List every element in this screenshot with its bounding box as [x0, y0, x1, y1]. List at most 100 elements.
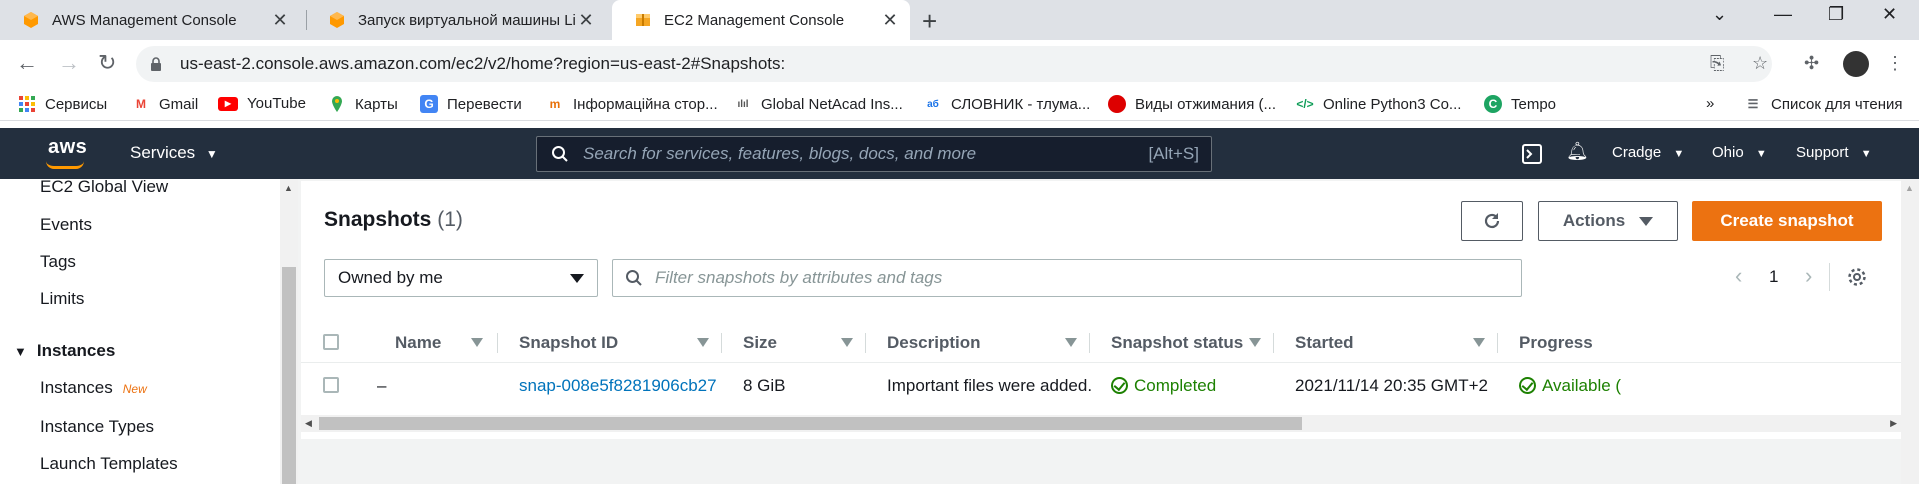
column-divider[interactable] [865, 333, 866, 353]
sidebar-item-tags[interactable]: Tags [40, 252, 76, 272]
bookmark-star-icon[interactable]: ☆ [1752, 53, 1768, 74]
actions-button[interactable]: Actions [1538, 201, 1678, 241]
pager-divider [1829, 263, 1830, 291]
minimize-icon[interactable]: — [1774, 4, 1792, 25]
create-snapshot-button[interactable]: Create snapshot [1692, 201, 1882, 241]
support-label: Support [1796, 144, 1849, 161]
bookmark-services[interactable]: Сервисы [18, 95, 107, 113]
translate-page-icon[interactable]: ⎘ [1710, 53, 1724, 74]
tab-search-chevron-icon[interactable]: ⌄ [1712, 4, 1727, 25]
scroll-up-icon[interactable]: ▲ [284, 183, 293, 193]
sort-caret-icon[interactable] [1065, 338, 1077, 347]
scrollbar-thumb[interactable] [282, 267, 296, 484]
sidebar-item-launch-templates[interactable]: Launch Templates [40, 454, 178, 474]
page-vertical-scrollbar[interactable]: ▲ [1901, 179, 1919, 484]
sidebar-item-instances[interactable]: Instances New [40, 378, 147, 398]
region-menu[interactable]: Ohio ▼ [1712, 144, 1767, 161]
column-divider[interactable] [1273, 333, 1274, 353]
account-menu[interactable]: Cradge ▼ [1612, 144, 1684, 161]
bookmark-dictionary[interactable]: аб СЛОВНИК - тлума... [924, 95, 1090, 113]
extensions-puzzle-icon[interactable]: ✣ [1804, 53, 1819, 74]
column-header-progress[interactable]: Progress [1519, 333, 1593, 353]
sidebar-item-limits[interactable]: Limits [40, 289, 84, 309]
window-close-icon[interactable]: ✕ [1882, 4, 1897, 25]
bookmark-python[interactable]: </> Online Python3 Co... [1296, 95, 1461, 113]
sort-caret-icon[interactable] [697, 338, 709, 347]
settings-gear-icon[interactable] [1847, 267, 1867, 287]
column-divider[interactable] [721, 333, 722, 353]
caret-down-icon: ▼ [1860, 148, 1872, 160]
bookmark-translate[interactable]: G Перевести [420, 95, 522, 113]
column-header-name[interactable]: Name [395, 333, 441, 353]
support-menu[interactable]: Support ▼ [1796, 144, 1872, 161]
table-row[interactable]: – snap-008e5f8281906cb27 8 GiB Important… [301, 364, 1901, 406]
refresh-button[interactable] [1461, 201, 1523, 241]
sort-caret-icon[interactable] [1473, 338, 1485, 347]
column-header-snapshot-id[interactable]: Snapshot ID [519, 333, 618, 353]
prev-page-icon[interactable]: ‹ [1735, 263, 1742, 289]
bookmark-exercises[interactable]: Виды отжимания (... [1108, 95, 1276, 113]
filter-snapshots-input[interactable]: Filter snapshots by attributes and tags [612, 259, 1522, 297]
bookmark-gmail[interactable]: M Gmail [132, 95, 198, 113]
bookmark-maps[interactable]: Карты [328, 95, 398, 113]
more-bookmarks-button[interactable]: » [1706, 95, 1714, 112]
column-header-started[interactable]: Started [1295, 333, 1354, 353]
page-number[interactable]: 1 [1769, 267, 1778, 287]
bookmark-netacad[interactable]: ılıl Global NetAcad Ins... [734, 95, 902, 113]
select-all-checkbox[interactable] [323, 334, 339, 350]
forward-arrow-icon[interactable]: → [58, 50, 80, 76]
close-icon[interactable]: ✕ [578, 10, 594, 31]
bookmark-info-page[interactable]: m Інформаційна стор... [546, 95, 718, 113]
column-divider[interactable] [1497, 333, 1498, 353]
address-bar[interactable]: us-east-2.console.aws.amazon.com/ec2/v2/… [136, 46, 1772, 82]
sort-caret-icon[interactable] [471, 338, 483, 347]
scroll-up-icon[interactable]: ▲ [1905, 183, 1914, 193]
browser-tab-aws-console[interactable]: AWS Management Console ✕ [0, 0, 300, 40]
close-icon[interactable]: ✕ [882, 10, 898, 31]
bookmarks-bar: Сервисы M Gmail ▶ YouTube Карты G Переве… [0, 89, 1919, 121]
back-arrow-icon[interactable]: ← [16, 50, 38, 76]
progress-text: Available ( [1542, 376, 1622, 395]
sort-caret-icon[interactable] [841, 338, 853, 347]
aws-search-input[interactable]: Search for services, features, blogs, do… [536, 136, 1212, 172]
sidebar-scrollbar[interactable]: ▲ [280, 179, 298, 484]
scroll-left-icon[interactable]: ◀ [305, 418, 312, 429]
sidebar-item-global-view[interactable]: EC2 Global View [40, 179, 168, 197]
scroll-right-icon[interactable]: ▶ [1890, 418, 1897, 429]
cell-name: – [377, 376, 387, 395]
browser-tab-ec2-console[interactable]: EC2 Management Console ✕ [612, 0, 910, 40]
sort-caret-icon[interactable] [1249, 338, 1261, 347]
ec2-box-icon [636, 14, 650, 26]
owner-filter-select[interactable]: Owned by me [324, 259, 598, 297]
row-checkbox[interactable] [323, 377, 339, 393]
profile-avatar[interactable] [1843, 51, 1869, 77]
status-text: Completed [1134, 376, 1217, 395]
reload-icon[interactable]: ↻ [98, 50, 116, 76]
column-header-description[interactable]: Description [887, 333, 981, 353]
close-icon[interactable]: ✕ [272, 10, 288, 31]
next-page-icon[interactable]: › [1805, 263, 1812, 289]
column-divider[interactable] [1089, 333, 1090, 353]
snapshot-id-link[interactable]: snap-008e5f8281906cb27 [519, 376, 717, 396]
filter-placeholder: Filter snapshots by attributes and tags [655, 268, 943, 287]
scrollbar-thumb[interactable] [319, 417, 1302, 430]
chrome-menu-icon[interactable]: ⋮ [1886, 53, 1904, 74]
column-divider[interactable] [497, 333, 498, 353]
new-tab-button[interactable]: + [922, 6, 937, 37]
reading-list-button[interactable]: ☰ Список для чтения [1744, 95, 1903, 113]
column-header-snapshot-status[interactable]: Snapshot status [1111, 333, 1243, 353]
notifications-bell-icon[interactable]: 🔔︎ [1566, 141, 1589, 162]
browser-toolbar: ← → ↻ us-east-2.console.aws.amazon.com/e… [0, 40, 1919, 89]
sidebar-item-instance-types[interactable]: Instance Types [40, 417, 154, 437]
sidebar-item-events[interactable]: Events [40, 215, 92, 235]
table-horizontal-scrollbar[interactable]: ◀ ▶ [301, 415, 1901, 432]
cloudshell-icon[interactable] [1522, 144, 1542, 164]
bookmark-youtube[interactable]: ▶ YouTube [218, 95, 306, 112]
sidebar-section-instances[interactable]: ▼ Instances [14, 341, 115, 361]
restore-icon[interactable]: ❐ [1828, 4, 1844, 25]
aws-logo[interactable]: aws [48, 136, 87, 159]
browser-tab-vm-launch[interactable]: Запуск виртуальной машины Li ✕ [306, 0, 606, 40]
services-menu-button[interactable]: Services ▼ [130, 143, 218, 163]
column-header-size[interactable]: Size [743, 333, 777, 353]
bookmark-tempo[interactable]: C Tempo [1484, 95, 1556, 113]
